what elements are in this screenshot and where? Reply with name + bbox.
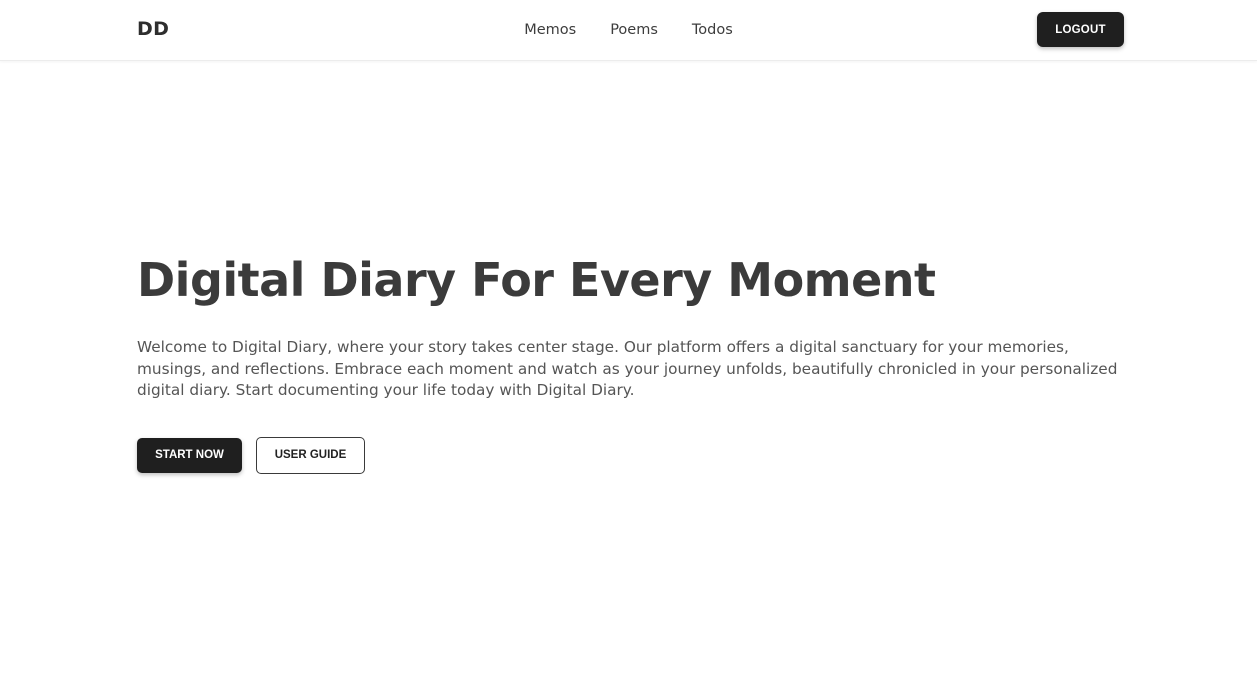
start-now-button[interactable]: START NOW bbox=[137, 437, 242, 473]
hero-description: Welcome to Digital Diary, where your sto… bbox=[137, 338, 1118, 399]
nav-link-todos[interactable]: Todos bbox=[692, 20, 733, 40]
hero-actions: START NOW USER GUIDE bbox=[137, 436, 1127, 474]
navbar: DD Memos Poems Todos LOGOUT bbox=[0, 0, 1257, 61]
brand-logo[interactable]: DD bbox=[137, 18, 169, 40]
nav-link-poems[interactable]: Poems bbox=[610, 20, 658, 40]
nav-link-memos[interactable]: Memos bbox=[524, 20, 576, 40]
user-guide-button[interactable]: USER GUIDE bbox=[256, 436, 365, 474]
hero-title: Digital Diary For Every Moment bbox=[137, 253, 936, 307]
logout-button[interactable]: LOGOUT bbox=[1037, 12, 1124, 47]
hero-section: Digital Diary For Every Moment Welcome t… bbox=[137, 250, 1127, 474]
